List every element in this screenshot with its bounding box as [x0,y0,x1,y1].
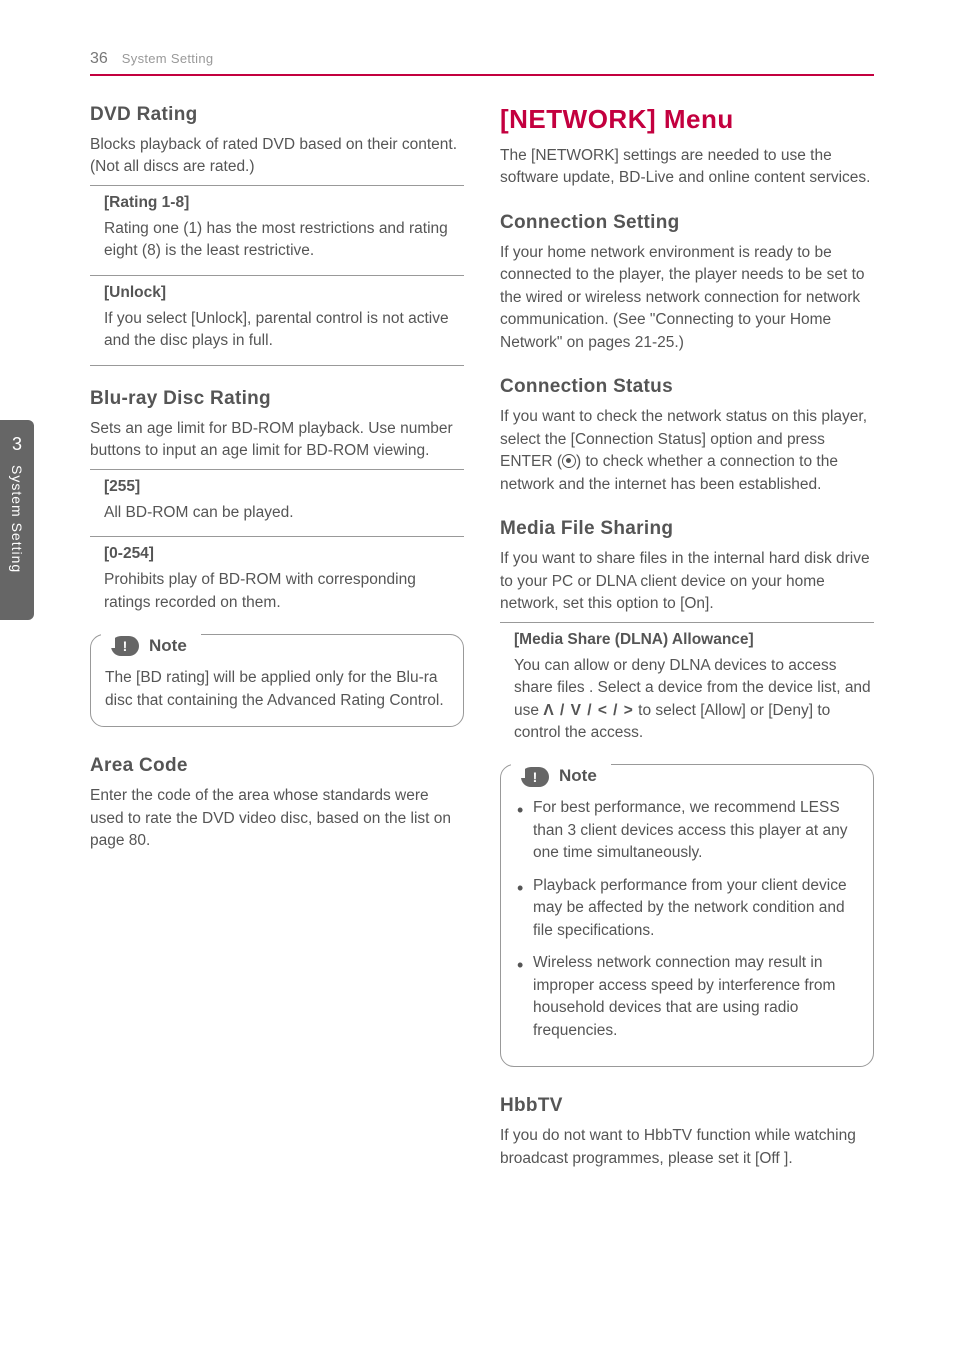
left-column: DVD Rating Blocks playback of rated DVD … [90,104,464,1176]
heading-network-menu: [NETWORK] Menu [500,104,874,135]
note-bd-rating: ! Note The [BD rating] will be applied o… [90,634,464,727]
header-section-title: System Setting [122,51,214,66]
page-header: 36 System Setting [90,50,874,76]
subtitle-0-254: [0-254] [104,545,464,563]
text-area-code: Enter the code of the area whose standar… [90,785,464,852]
text-bd-rating-intro: Sets an age limit for BD-ROM playback. U… [90,418,464,463]
page-number: 36 [90,50,108,68]
text-255: All BD-ROM can be played. [104,502,464,524]
subsection-rating-1-8: [Rating 1-8] Rating one (1) has the most… [90,185,464,269]
text-network-intro: The [NETWORK] settings are needed to use… [500,145,874,190]
note-item: For best performance, we recommend LESS … [515,797,859,864]
note-label: Note [559,764,597,789]
note-icon: ! [111,636,139,656]
text-connection-status: If you want to check the network status … [500,406,874,496]
text-media-file-sharing-intro: If you want to share files in the intern… [500,548,874,615]
note-icon: ! [521,767,549,787]
note-item: Playback performance from your client de… [515,875,859,942]
note-media-sharing: ! Note For best performance, we recommen… [500,764,874,1067]
text-hbbtv: If you do not want to HbbTV function whi… [500,1125,874,1170]
enter-icon [562,454,576,468]
subsection-0-254: [0-254] Prohibits play of BD-ROM with co… [90,536,464,620]
subtitle-rating-1-8: [Rating 1-8] [104,194,464,212]
subtitle-media-share-allowance: [Media Share (DLNA) Allowance] [514,631,874,649]
text-unlock: If you select [Unlock], parental control… [104,308,464,353]
subtitle-255: [255] [104,478,464,496]
subsection-media-share-allowance: [Media Share (DLNA) Allowance] You can a… [500,622,874,751]
subsection-255: [255] All BD-ROM can be played. [90,469,464,530]
heading-area-code: Area Code [90,755,464,777]
note-label: Note [149,634,187,659]
heading-dvd-rating: DVD Rating [90,104,464,126]
heading-connection-setting: Connection Setting [500,212,874,234]
subsection-unlock: [Unlock] If you select [Unlock], parenta… [90,275,464,359]
text-rating-1-8: Rating one (1) has the most restrictions… [104,218,464,263]
right-column: [NETWORK] Menu The [NETWORK] settings ar… [500,104,874,1176]
text-connection-setting: If your home network environment is read… [500,242,874,354]
nav-glyphs: Ʌ / V / < / > [543,702,634,719]
text-0-254: Prohibits play of BD-ROM with correspond… [104,569,464,614]
note-item: Wireless network connection may result i… [515,952,859,1042]
note-list: For best performance, we recommend LESS … [515,797,859,1042]
text-dvd-rating-intro: Blocks playback of rated DVD based on th… [90,134,464,179]
heading-connection-status: Connection Status [500,376,874,398]
heading-bd-rating: Blu-ray Disc Rating [90,388,464,410]
subtitle-unlock: [Unlock] [104,284,464,302]
chapter-label: System Setting [9,465,25,573]
text-media-share-allowance: You can allow or deny DLNA devices to ac… [514,655,874,745]
note-bd-rating-body: The [BD rating] will be applied only for… [105,669,444,708]
heading-hbbtv: HbbTV [500,1095,874,1117]
heading-media-file-sharing: Media File Sharing [500,518,874,540]
chapter-number: 3 [12,434,22,455]
chapter-side-tab: 3 System Setting [0,420,34,620]
